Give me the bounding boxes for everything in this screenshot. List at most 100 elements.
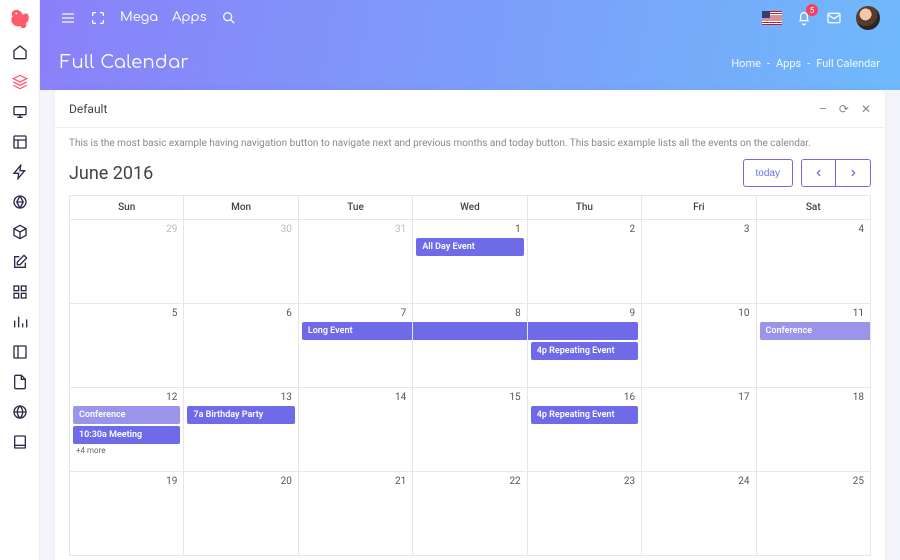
day-number: 3 — [744, 224, 750, 235]
calendar-cell[interactable]: 23 — [527, 472, 641, 556]
more-events-link[interactable]: +4 more — [76, 446, 177, 455]
day-header: Mon — [184, 196, 298, 220]
calendar-cell[interactable]: 17 — [642, 388, 756, 472]
calendar-cell[interactable]: 9 Long Event 4p Repeating Event — [527, 304, 641, 388]
bar-chart-icon[interactable] — [12, 314, 28, 330]
day-number: 17 — [738, 392, 749, 403]
calendar-event[interactable]: Long Event — [528, 322, 638, 340]
calendar-cell[interactable]: 10 — [642, 304, 756, 388]
mail-icon[interactable] — [826, 10, 842, 26]
calendar-event[interactable]: Long Event — [302, 322, 412, 340]
avatar[interactable] — [856, 6, 880, 30]
calendar-cell[interactable]: 1All Day Event — [413, 220, 527, 304]
calendar-event[interactable]: 10:30a Meeting — [73, 426, 180, 444]
day-number: 20 — [281, 476, 292, 487]
calendar-cell[interactable]: 19 — [70, 472, 184, 556]
day-header: Tue — [298, 196, 412, 220]
calendar-cell[interactable]: 14 — [298, 388, 412, 472]
notification-badge: 5 — [806, 4, 818, 16]
today-button[interactable]: today — [743, 159, 793, 187]
home-icon[interactable] — [12, 44, 28, 60]
search-icon[interactable] — [221, 10, 237, 26]
calendar-cell[interactable]: 2 — [527, 220, 641, 304]
day-number: 4 — [858, 224, 864, 235]
calendar-cell[interactable]: 13 7a Birthday Party — [184, 388, 298, 472]
breadcrumb-apps[interactable]: Apps — [776, 57, 801, 70]
calendar-event[interactable]: 4p Repeating Event — [531, 406, 638, 424]
day-number: 19 — [166, 476, 177, 487]
day-header: Fri — [642, 196, 756, 220]
page-title: Full Calendar — [60, 53, 189, 73]
day-number: 25 — [853, 476, 864, 487]
calendar-cell[interactable]: 21 — [298, 472, 412, 556]
flag-us-icon[interactable] — [762, 11, 782, 25]
day-header: Wed — [413, 196, 527, 220]
next-month-button[interactable] — [836, 160, 870, 186]
calendar-cell[interactable]: 22 — [413, 472, 527, 556]
menu-icon[interactable] — [60, 10, 76, 26]
calendar-cell[interactable]: 11Conference — [756, 304, 870, 388]
calendar-event[interactable]: Conference — [73, 406, 180, 424]
calendar-cell[interactable]: 4 — [756, 220, 870, 304]
calendar-event[interactable]: Long Event — [413, 322, 526, 340]
prev-month-button[interactable] — [802, 160, 836, 186]
calendar-card: Default – ⟳ ✕ This is the most basic exa… — [55, 90, 885, 560]
layout-icon[interactable] — [12, 134, 28, 150]
calendar-cell[interactable]: 6 — [184, 304, 298, 388]
card-description: This is the most basic example having na… — [69, 138, 871, 149]
calendar-cell[interactable]: 20 — [184, 472, 298, 556]
day-number: 14 — [395, 392, 406, 403]
refresh-icon[interactable]: ⟳ — [839, 102, 849, 116]
calendar-grid: SunMonTueWedThuFriSat 2930311All Day Eve… — [69, 195, 871, 556]
nav-apps[interactable]: Apps — [172, 11, 207, 25]
calendar-event[interactable]: Conference — [760, 322, 870, 340]
logo-icon[interactable] — [9, 8, 31, 30]
calendar-cell[interactable]: 12Conference10:30a Meeting+4 more — [70, 388, 184, 472]
globe-icon[interactable] — [12, 404, 28, 420]
calendar-cell[interactable]: 15 — [413, 388, 527, 472]
day-number: 21 — [395, 476, 406, 487]
card-title: Default — [69, 102, 107, 116]
calendar-cell[interactable]: 5 — [70, 304, 184, 388]
day-number: 9 — [629, 308, 635, 319]
layers-icon[interactable] — [12, 74, 28, 90]
day-number: 24 — [738, 476, 749, 487]
day-number: 10 — [738, 308, 749, 319]
day-number: 16 — [624, 392, 635, 403]
sidebar-icon[interactable] — [12, 344, 28, 360]
calendar-cell[interactable]: 24 — [642, 472, 756, 556]
book-icon[interactable] — [12, 434, 28, 450]
bell-icon[interactable]: 5 — [796, 10, 812, 26]
monitor-icon[interactable] — [12, 104, 28, 120]
file-icon[interactable] — [12, 374, 28, 390]
calendar-cell[interactable]: 18 — [756, 388, 870, 472]
day-number: 18 — [853, 392, 864, 403]
day-number: 29 — [166, 224, 177, 235]
maximize-icon[interactable] — [90, 10, 106, 26]
calendar-cell[interactable]: 7Long Event — [298, 304, 412, 388]
calendar-cell[interactable]: 16 4p Repeating Event — [527, 388, 641, 472]
calendar-cell[interactable]: 31 — [298, 220, 412, 304]
breadcrumb-home[interactable]: Home — [731, 57, 761, 70]
zap-icon[interactable] — [12, 164, 28, 180]
header: Mega Apps 5 Full Calendar Home - Apps - … — [40, 0, 900, 90]
calendar-month-title: June 2016 — [69, 163, 153, 184]
calendar-cell[interactable]: 29 — [70, 220, 184, 304]
calendar-event[interactable]: All Day Event — [416, 238, 523, 256]
calendar-cell[interactable]: 3 — [642, 220, 756, 304]
aperture-icon[interactable] — [12, 194, 28, 210]
day-header: Sat — [756, 196, 870, 220]
calendar-cell[interactable]: 8Long Event — [413, 304, 527, 388]
day-number: 13 — [281, 392, 292, 403]
side-rail — [0, 0, 40, 560]
calendar-event[interactable]: 4p Repeating Event — [531, 342, 638, 360]
edit-icon[interactable] — [12, 254, 28, 270]
calendar-cell[interactable]: 30 — [184, 220, 298, 304]
calendar-cell[interactable]: 25 — [756, 472, 870, 556]
calendar-event[interactable]: 7a Birthday Party — [187, 406, 294, 424]
box-icon[interactable] — [12, 224, 28, 240]
nav-mega[interactable]: Mega — [120, 11, 158, 25]
minimize-icon[interactable]: – — [819, 102, 827, 116]
grid-icon[interactable] — [12, 284, 28, 300]
close-icon[interactable]: ✕ — [861, 102, 871, 116]
